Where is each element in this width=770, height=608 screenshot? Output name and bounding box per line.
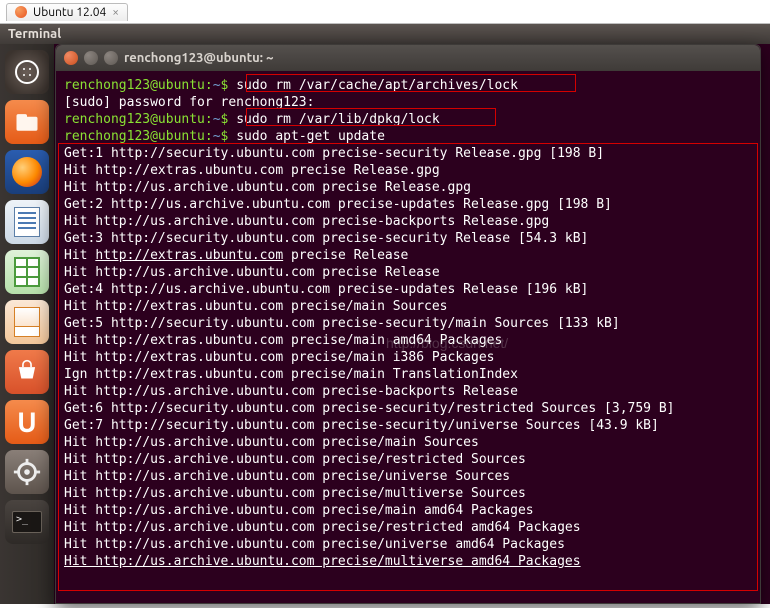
output-line: Hit http://us.archive.ubuntu.com precise… bbox=[64, 519, 752, 536]
terminal-body[interactable]: renchong123@ubuntu:~$ sudo rm /var/cache… bbox=[56, 71, 760, 576]
vm-tab-bar: Ubuntu 12.04 × bbox=[0, 0, 770, 24]
system-settings-icon[interactable] bbox=[5, 450, 49, 494]
output-line: Hit http://us.archive.ubuntu.com precise… bbox=[64, 536, 752, 553]
output-line: Get:3 http://security.ubuntu.com precise… bbox=[64, 230, 752, 247]
output-line: Get:1 http://security.ubuntu.com precise… bbox=[64, 145, 752, 162]
command-1: sudo rm /var/cache/apt/archives/lock bbox=[236, 78, 518, 93]
output-line: Get:7 http://security.ubuntu.com precise… bbox=[64, 417, 752, 434]
output-line: Hit http://extras.ubuntu.com precise Rel… bbox=[64, 247, 752, 264]
command-2: sudo rm /var/lib/dpkg/lock bbox=[236, 112, 440, 127]
menubar-app-name: Terminal bbox=[8, 27, 61, 41]
ubuntu-one-icon[interactable]: U bbox=[5, 400, 49, 444]
watermark-text: http://blog.csdn.net/ bbox=[386, 335, 508, 351]
output-line: Ign http://extras.ubuntu.com precise/mai… bbox=[64, 366, 752, 383]
output-line: Hit http://us.archive.ubuntu.com precise… bbox=[64, 179, 752, 196]
output-line: Hit http://extras.ubuntu.com precise/mai… bbox=[64, 298, 752, 315]
nautilus-icon[interactable] bbox=[5, 100, 49, 144]
terminal-icon[interactable]: >_ bbox=[5, 500, 49, 544]
output-line: Hit http://us.archive.ubuntu.com precise… bbox=[64, 264, 752, 281]
unity-launcher: U >_ bbox=[0, 44, 54, 604]
window-title: renchong123@ubuntu: ~ bbox=[124, 51, 273, 65]
libreoffice-calc-icon[interactable] bbox=[5, 250, 49, 294]
output-line: Hit http://us.archive.ubuntu.com precise… bbox=[64, 468, 752, 485]
window-minimize-icon[interactable] bbox=[84, 51, 98, 65]
output-line: Hit http://us.archive.ubuntu.com precise… bbox=[64, 213, 752, 230]
output-line: Hit http://extras.ubuntu.com precise/mai… bbox=[64, 349, 752, 366]
ubuntu-icon bbox=[15, 6, 27, 18]
output-line: Hit http://us.archive.ubuntu.com precise… bbox=[64, 485, 752, 502]
window-titlebar[interactable]: renchong123@ubuntu: ~ bbox=[56, 45, 760, 71]
output-line: Hit http://extras.ubuntu.com precise Rel… bbox=[64, 162, 752, 179]
prompt-user-host: renchong123@ubuntu bbox=[64, 78, 205, 93]
output-line: Get:5 http://security.ubuntu.com precise… bbox=[64, 315, 752, 332]
output-line: Get:2 http://us.archive.ubuntu.com preci… bbox=[64, 196, 752, 213]
terminal-window: renchong123@ubuntu: ~ renchong123@ubuntu… bbox=[55, 44, 761, 604]
desktop: U >_ renchong123@ubuntu: ~ renchong123@u… bbox=[0, 44, 770, 604]
window-maximize-icon[interactable] bbox=[104, 51, 118, 65]
output-line: Hit http://us.archive.ubuntu.com precise… bbox=[64, 451, 752, 468]
top-menubar[interactable]: Terminal bbox=[0, 24, 770, 44]
prompt-path: ~ bbox=[213, 78, 221, 93]
dash-home-icon[interactable] bbox=[5, 50, 49, 94]
output-line: [sudo] password for renchong123: bbox=[64, 94, 752, 111]
software-center-icon[interactable] bbox=[5, 350, 49, 394]
window-close-icon[interactable] bbox=[64, 51, 78, 65]
link-extras: http://extras.ubuntu.com bbox=[95, 248, 283, 263]
output-line: Hit http://us.archive.ubuntu.com precise… bbox=[64, 502, 752, 519]
output-line: Hit http://us.archive.ubuntu.com precise… bbox=[64, 434, 752, 451]
libreoffice-writer-icon[interactable] bbox=[5, 200, 49, 244]
output-line: Hit http://us.archive.ubuntu.com precise… bbox=[64, 553, 752, 570]
vm-tab-label: Ubuntu 12.04 bbox=[33, 6, 106, 19]
output-line: Hit http://us.archive.ubuntu.com precise… bbox=[64, 383, 752, 400]
vm-tab-ubuntu[interactable]: Ubuntu 12.04 × bbox=[6, 3, 128, 21]
firefox-icon[interactable] bbox=[5, 150, 49, 194]
command-3: sudo apt-get update bbox=[236, 129, 385, 144]
output-line: Get:4 http://us.archive.ubuntu.com preci… bbox=[64, 281, 752, 298]
output-line: Get:6 http://security.ubuntu.com precise… bbox=[64, 400, 752, 417]
close-icon[interactable]: × bbox=[112, 6, 119, 19]
libreoffice-impress-icon[interactable] bbox=[5, 300, 49, 344]
